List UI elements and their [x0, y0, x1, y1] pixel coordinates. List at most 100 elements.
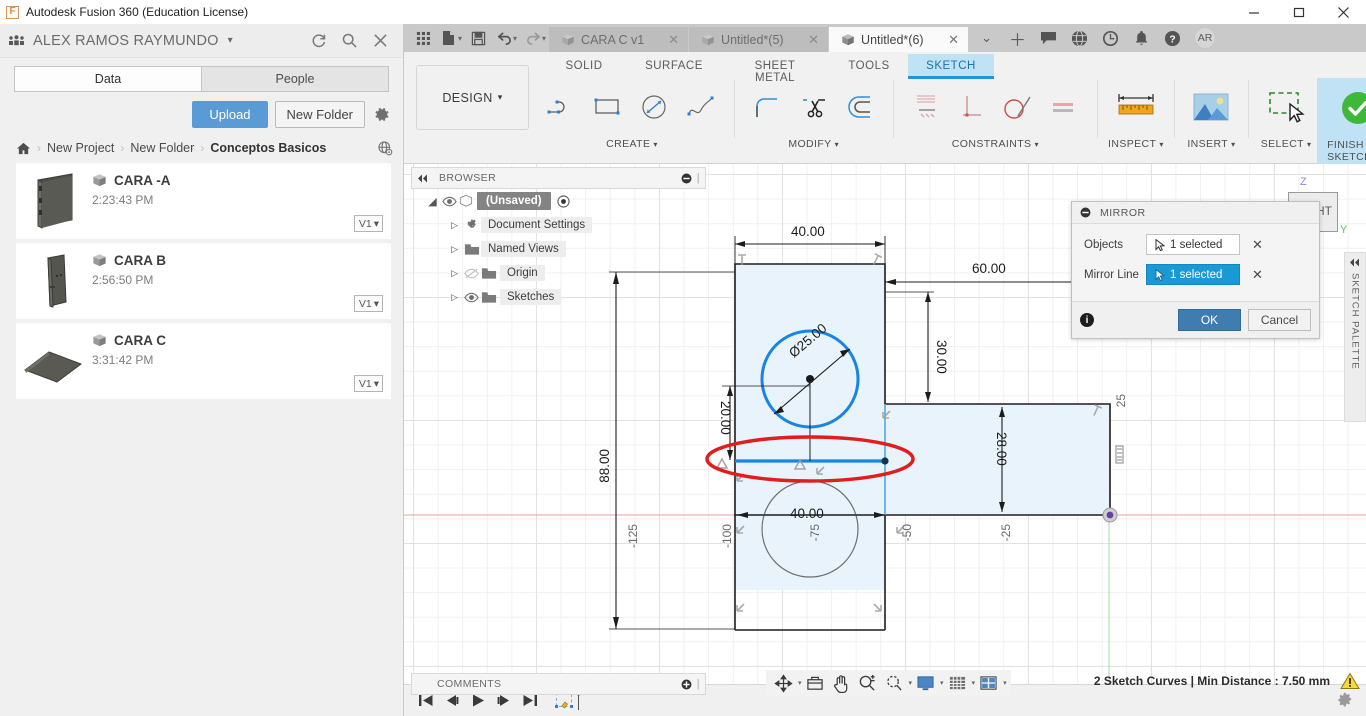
avatar[interactable]: AR	[1194, 27, 1217, 49]
line-icon[interactable]	[540, 81, 586, 133]
perpendicular-icon[interactable]	[949, 81, 995, 133]
tab-surface[interactable]: SURFACE	[628, 54, 720, 76]
circle-icon[interactable]	[632, 81, 678, 133]
browser-node-document-settings[interactable]: ▷ Document Settings	[411, 213, 706, 237]
dimension-label-88[interactable]: 88.00	[597, 449, 612, 483]
browser-node-named-views[interactable]: ▷ Named Views	[411, 237, 706, 261]
document-tab-untitled-5[interactable]: Untitled*(5) ✕	[689, 27, 830, 52]
save-icon[interactable]	[465, 25, 491, 51]
job-status-icon[interactable]	[1095, 24, 1126, 52]
file-name[interactable]: CARA B	[114, 253, 166, 268]
zoom-window-icon[interactable]	[881, 670, 908, 696]
list-item[interactable]: CARA -A 2:23:43 PM V1 ▾	[16, 163, 391, 239]
chevron-down-icon[interactable]: ▾	[458, 34, 462, 43]
ok-button[interactable]: OK	[1178, 309, 1241, 331]
new-tab-button[interactable]: ＋	[1002, 24, 1033, 52]
home-icon[interactable]	[16, 142, 31, 155]
equal-icon[interactable]	[1041, 81, 1087, 133]
clear-mirror-line-icon[interactable]: ✕	[1252, 267, 1263, 283]
gear-icon[interactable]	[1337, 692, 1354, 709]
green-check-icon[interactable]	[1328, 82, 1366, 134]
breadcrumb-item-current[interactable]: Conceptos Basicos	[210, 141, 326, 155]
play-icon[interactable]	[470, 693, 486, 708]
cancel-button[interactable]: Cancel	[1248, 309, 1311, 331]
panel-resize-handle[interactable]: |	[697, 172, 700, 184]
collapse-right-icon[interactable]	[1349, 258, 1361, 267]
version-selector[interactable]: V1 ▾	[353, 295, 383, 312]
close-icon[interactable]: ✕	[658, 32, 679, 48]
maximize-icon[interactable]	[1276, 0, 1321, 24]
chevron-down-icon[interactable]: ▾	[228, 35, 233, 46]
list-item[interactable]: CARA B 2:56:50 PM V1 ▾	[16, 243, 391, 319]
chevron-down-icon[interactable]: ▾	[513, 34, 517, 43]
chevron-down-icon[interactable]: ▾	[1307, 140, 1311, 149]
chevron-down-icon[interactable]: ▾	[653, 140, 657, 149]
panel-resize-handle[interactable]: |	[697, 678, 700, 690]
browser-node-unsaved[interactable]: ◢ (Unsaved)	[411, 189, 706, 213]
user-name[interactable]: ALEX RAMOS RAYMUNDO	[33, 33, 219, 49]
comments-panel[interactable]: COMMENTS |	[411, 673, 706, 695]
grid-snaps-icon[interactable]	[944, 670, 971, 696]
tangent-circle-icon[interactable]	[995, 81, 1041, 133]
expand-triangle-icon[interactable]: ▷	[447, 244, 462, 255]
collapse-left-icon[interactable]	[417, 174, 429, 183]
insert-image-icon[interactable]	[1184, 81, 1238, 133]
zoom-icon[interactable]	[854, 670, 881, 696]
chevron-down-icon[interactable]: ▾	[835, 140, 839, 149]
tab-overflow-icon[interactable]: ⌄	[971, 24, 1002, 52]
tab-sketch[interactable]: SKETCH	[908, 54, 994, 79]
dimension-label-28[interactable]: 28.00	[994, 432, 1009, 466]
offset-icon[interactable]	[837, 81, 883, 133]
close-icon[interactable]	[1321, 0, 1366, 24]
spline-icon[interactable]	[678, 81, 724, 133]
document-tab-cara-c[interactable]: CARA C v1 ✕	[549, 27, 690, 52]
tab-data[interactable]: Data	[14, 66, 201, 92]
trim-scissors-icon[interactable]	[791, 81, 837, 133]
dimension-label-40-top[interactable]: 40.00	[791, 224, 825, 239]
file-name[interactable]: CARA C	[114, 333, 166, 348]
comment-icon[interactable]	[1033, 24, 1064, 52]
refresh-icon[interactable]	[310, 32, 327, 49]
globe-icon[interactable]	[377, 140, 393, 156]
mirror-line-selection[interactable]: 1 selected	[1146, 264, 1240, 285]
dimension-icon[interactable]	[903, 81, 949, 133]
version-selector[interactable]: V1 ▾	[353, 215, 383, 232]
info-icon[interactable]: i	[1080, 313, 1094, 327]
expand-triangle-icon[interactable]: ▷	[447, 292, 462, 303]
browser-node-origin[interactable]: ▷ Origin	[411, 261, 706, 285]
warning-triangle-icon[interactable]	[1340, 672, 1360, 690]
close-icon[interactable]: ✕	[798, 32, 819, 48]
chevron-down-icon[interactable]: ▾	[1003, 679, 1007, 687]
upload-button[interactable]: Upload	[192, 101, 268, 128]
plus-circle-icon[interactable]	[681, 679, 692, 690]
help-globe-icon[interactable]	[1064, 24, 1095, 52]
expand-triangle-icon[interactable]: ◢	[425, 195, 440, 208]
list-item[interactable]: CARA C 3:31:42 PM V1 ▾	[16, 323, 391, 399]
clear-objects-icon[interactable]: ✕	[1252, 237, 1263, 253]
chevron-down-icon[interactable]: ▾	[1231, 140, 1235, 149]
tab-people[interactable]: People	[201, 66, 389, 92]
minus-circle-icon[interactable]	[681, 173, 692, 184]
fillet-icon[interactable]	[745, 81, 791, 133]
dimension-label-60[interactable]: 60.00	[972, 261, 1006, 276]
chevron-down-icon[interactable]: ▾	[1034, 140, 1038, 149]
dimension-label-30[interactable]: 30.00	[934, 340, 949, 374]
minimize-icon[interactable]	[1231, 0, 1276, 24]
step-back-icon[interactable]	[444, 693, 460, 708]
new-folder-button[interactable]: New Folder	[274, 101, 365, 128]
step-forward-icon[interactable]	[496, 693, 512, 708]
timeline-settings[interactable]	[1337, 692, 1366, 709]
go-to-end-icon[interactable]	[522, 693, 538, 708]
file-name[interactable]: CARA -A	[114, 173, 171, 188]
viewports-icon[interactable]	[975, 670, 1002, 696]
select-window-icon[interactable]	[1259, 81, 1313, 133]
eye-icon[interactable]	[462, 292, 481, 303]
eye-icon[interactable]	[440, 196, 459, 207]
sketch-palette-tab[interactable]: SKETCH PALETTE	[1344, 252, 1366, 422]
document-tab-untitled-6[interactable]: Untitled*(6) ✕	[829, 27, 970, 52]
tab-tools[interactable]: TOOLS	[830, 54, 908, 76]
search-icon[interactable]	[341, 32, 358, 49]
version-selector[interactable]: V1 ▾	[353, 375, 383, 392]
dimension-label-20[interactable]: 20.00	[718, 401, 733, 435]
expand-triangle-icon[interactable]: ▷	[447, 268, 462, 279]
